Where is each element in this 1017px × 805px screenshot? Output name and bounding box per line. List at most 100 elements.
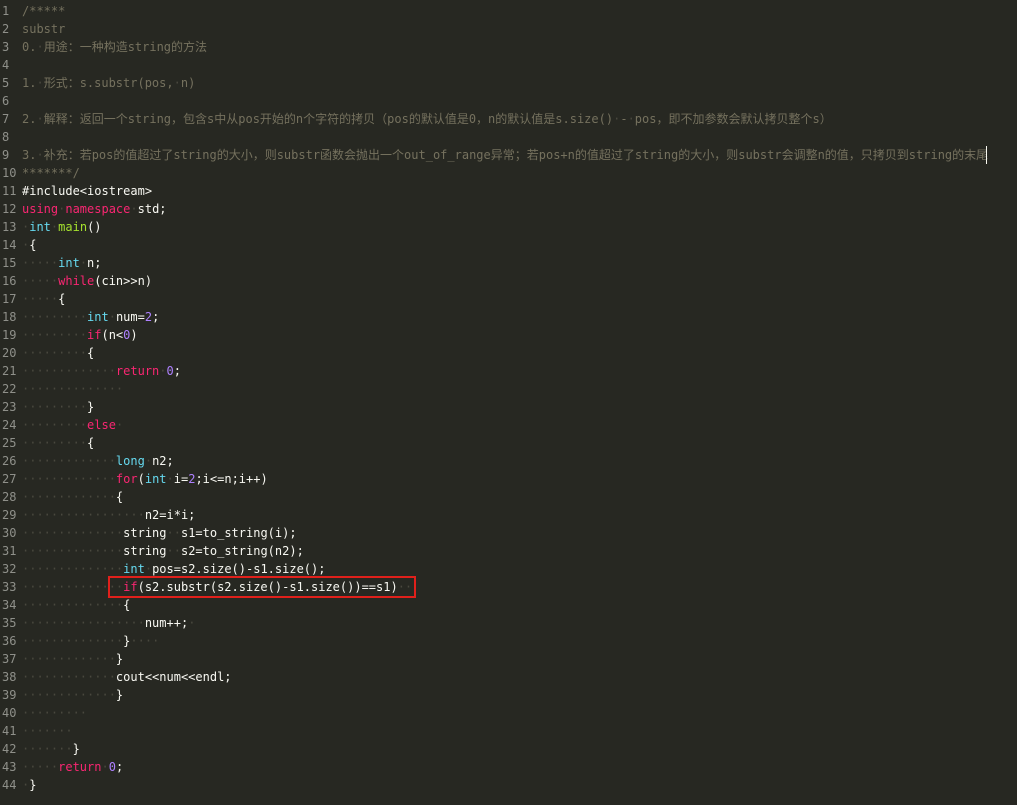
line-number: 16 [2, 274, 17, 288]
code-line[interactable]: 28 ·············{ [0, 488, 1017, 506]
code-line[interactable]: 1 /***** [0, 2, 1017, 20]
code-token: n2=i*i; [144, 508, 196, 522]
code-line[interactable]: 36 ··············}···· [0, 632, 1017, 650]
code-token: ;i<=n;i++) [195, 472, 268, 486]
code-line[interactable]: 42 ·······} [0, 740, 1017, 758]
code-line[interactable]: 19 ·········if(n<0) [0, 326, 1017, 344]
code-line[interactable]: 8 [0, 128, 1017, 146]
code-line[interactable]: 31 ··············string··s2=to_string(n2)… [0, 542, 1017, 560]
whitespace-marker: ············· [22, 472, 116, 486]
comment-token: pos，即不加参数会默认拷贝整个s） [634, 112, 832, 126]
whitespace-marker: ······· [22, 742, 73, 756]
line-number: 32 [2, 562, 17, 576]
line-number: 26 [2, 454, 17, 468]
comment-token: 3. [22, 148, 37, 162]
code-token: n2; [152, 454, 174, 468]
comment-token: 补充：若pos的值超过了string的大小，则substr函数会抛出一个out_… [43, 148, 989, 162]
code-line[interactable]: 27 ·············for(int·i=2;i<=n;i++) [0, 470, 1017, 488]
line-content: ·········int·num=2; [22, 308, 159, 326]
code-line[interactable]: 44 ·} [0, 776, 1017, 794]
line-content: 1.·形式：s.substr(pos,·n) [22, 74, 195, 92]
code-token: } [29, 778, 37, 792]
line-number: 3 [2, 40, 10, 54]
line-content: ·············long·n2; [22, 452, 174, 470]
code-line[interactable]: 37 ·············} [0, 650, 1017, 668]
line-number: 44 [2, 778, 17, 792]
code-line[interactable]: 7 2.·解释：返回一个string，包含s中从pos开始的n个字符的拷贝（pos… [0, 110, 1017, 128]
line-content: ·····int·n; [22, 254, 102, 272]
comment-token: n) [180, 76, 196, 90]
code-line[interactable]: 35 ·················num++;· [0, 614, 1017, 632]
line-number: 15 [2, 256, 17, 270]
whitespace-marker: · [36, 112, 44, 126]
code-line[interactable]: 20 ·········{ [0, 344, 1017, 362]
line-number: 22 [2, 382, 17, 396]
code-line[interactable]: 22 ·············· [0, 380, 1017, 398]
code-line[interactable]: 2 substr [0, 20, 1017, 38]
line-content: ··············string··s2=to_string(n2); [22, 542, 304, 560]
code-line[interactable]: 34 ··············{ [0, 596, 1017, 614]
line-number: 11 [2, 184, 17, 198]
code-line[interactable]: 29 ·················n2=i*i; [0, 506, 1017, 524]
line-content: ·····return·0; [22, 758, 123, 776]
whitespace-marker: · [159, 364, 167, 378]
code-line[interactable]: 32 ··············int·pos=s2.size()-s1.siz… [0, 560, 1017, 578]
whitespace-marker: · [188, 616, 196, 630]
code-line[interactable]: 15 ·····int·n; [0, 254, 1017, 272]
code-line[interactable]: 3 0.·用途：一种构造string的方法 [0, 38, 1017, 56]
whitespace-marker: · [173, 76, 181, 90]
code-line[interactable]: 26 ·············long·n2; [0, 452, 1017, 470]
code-line[interactable]: 14 ·{ [0, 236, 1017, 254]
code-line[interactable]: 33 ··············if(s2.substr(s2.size()-s… [0, 578, 1017, 596]
line-content: ·············{ [22, 488, 123, 506]
comment-token: 解释：返回一个string，包含s中从pos开始的n个字符的拷贝（pos的默认值… [43, 112, 614, 126]
code-line[interactable]: 6 [0, 92, 1017, 110]
code-line[interactable]: 41 ······· [0, 722, 1017, 740]
code-line[interactable]: 11 #include<iostream> [0, 182, 1017, 200]
whitespace-marker: ········· [22, 400, 88, 414]
code-token: string [123, 526, 167, 540]
code-line[interactable]: 12 using·namespace·std; [0, 200, 1017, 218]
code-line[interactable]: 43 ·····return·0; [0, 758, 1017, 776]
line-number: 18 [2, 310, 17, 324]
whitespace-marker: · [115, 418, 124, 432]
code-line[interactable]: 38 ·············cout<<num<<endl; [0, 668, 1017, 686]
code-line[interactable]: 4 [0, 56, 1017, 74]
comment-token: substr [22, 22, 66, 36]
code-line[interactable]: 5 1.·形式：s.substr(pos,·n) [0, 74, 1017, 92]
code-line[interactable]: 18 ·········int·num=2; [0, 308, 1017, 326]
code-line[interactable]: 13 ·int·main() [0, 218, 1017, 236]
code-line[interactable]: 40 ········· [0, 704, 1017, 722]
line-content: ··············string··s1=to_string(i); [22, 524, 297, 542]
line-content: ·············return·0; [22, 362, 181, 380]
code-line[interactable]: 23 ·········} [0, 398, 1017, 416]
code-line[interactable]: 17 ·····{ [0, 290, 1017, 308]
line-number: 40 [2, 706, 17, 720]
code-token: } [115, 688, 124, 702]
line-number: 2 [2, 22, 10, 36]
code-line[interactable]: 30 ··············string··s1=to_string(i); [0, 524, 1017, 542]
code-editor[interactable]: 1/***** 2 substr 3 0.·用途：一种构造string的方法 4 5 1.·形… [0, 2, 1017, 794]
code-token: { [87, 436, 95, 450]
whitespace-marker: ·············· [22, 544, 124, 558]
code-line[interactable]: 25 ·········{ [0, 434, 1017, 452]
line-content: ·················num++;· [22, 614, 195, 632]
line-content: using·namespace·std; [22, 200, 167, 218]
whitespace-marker: ········· [22, 418, 88, 432]
line-number: 20 [2, 346, 17, 360]
code-line[interactable]: 10 *******/ [0, 164, 1017, 182]
line-number: 39 [2, 688, 17, 702]
code-token: cout<<num<<endl; [115, 670, 232, 684]
code-token: (n< [101, 328, 124, 342]
line-content: ·········} [22, 398, 94, 416]
whitespace-marker: ·············· [22, 634, 124, 648]
code-token: n; [87, 256, 102, 270]
code-line[interactable]: 16 ·····while(cin>>n) [0, 272, 1017, 290]
line-content: ··············if(s2.substr(s2.size()-s1.… [22, 578, 412, 596]
code-token: #include<iostream> [22, 184, 153, 198]
code-line[interactable]: 21 ·············return·0; [0, 362, 1017, 380]
code-line[interactable]: 24 ·········else· [0, 416, 1017, 434]
comment-token: *******/ [22, 166, 80, 180]
code-line[interactable]: 39 ·············} [0, 686, 1017, 704]
code-line[interactable]: 9 3.·补充：若pos的值超过了string的大小，则substr函数会抛出一个… [0, 146, 1017, 164]
